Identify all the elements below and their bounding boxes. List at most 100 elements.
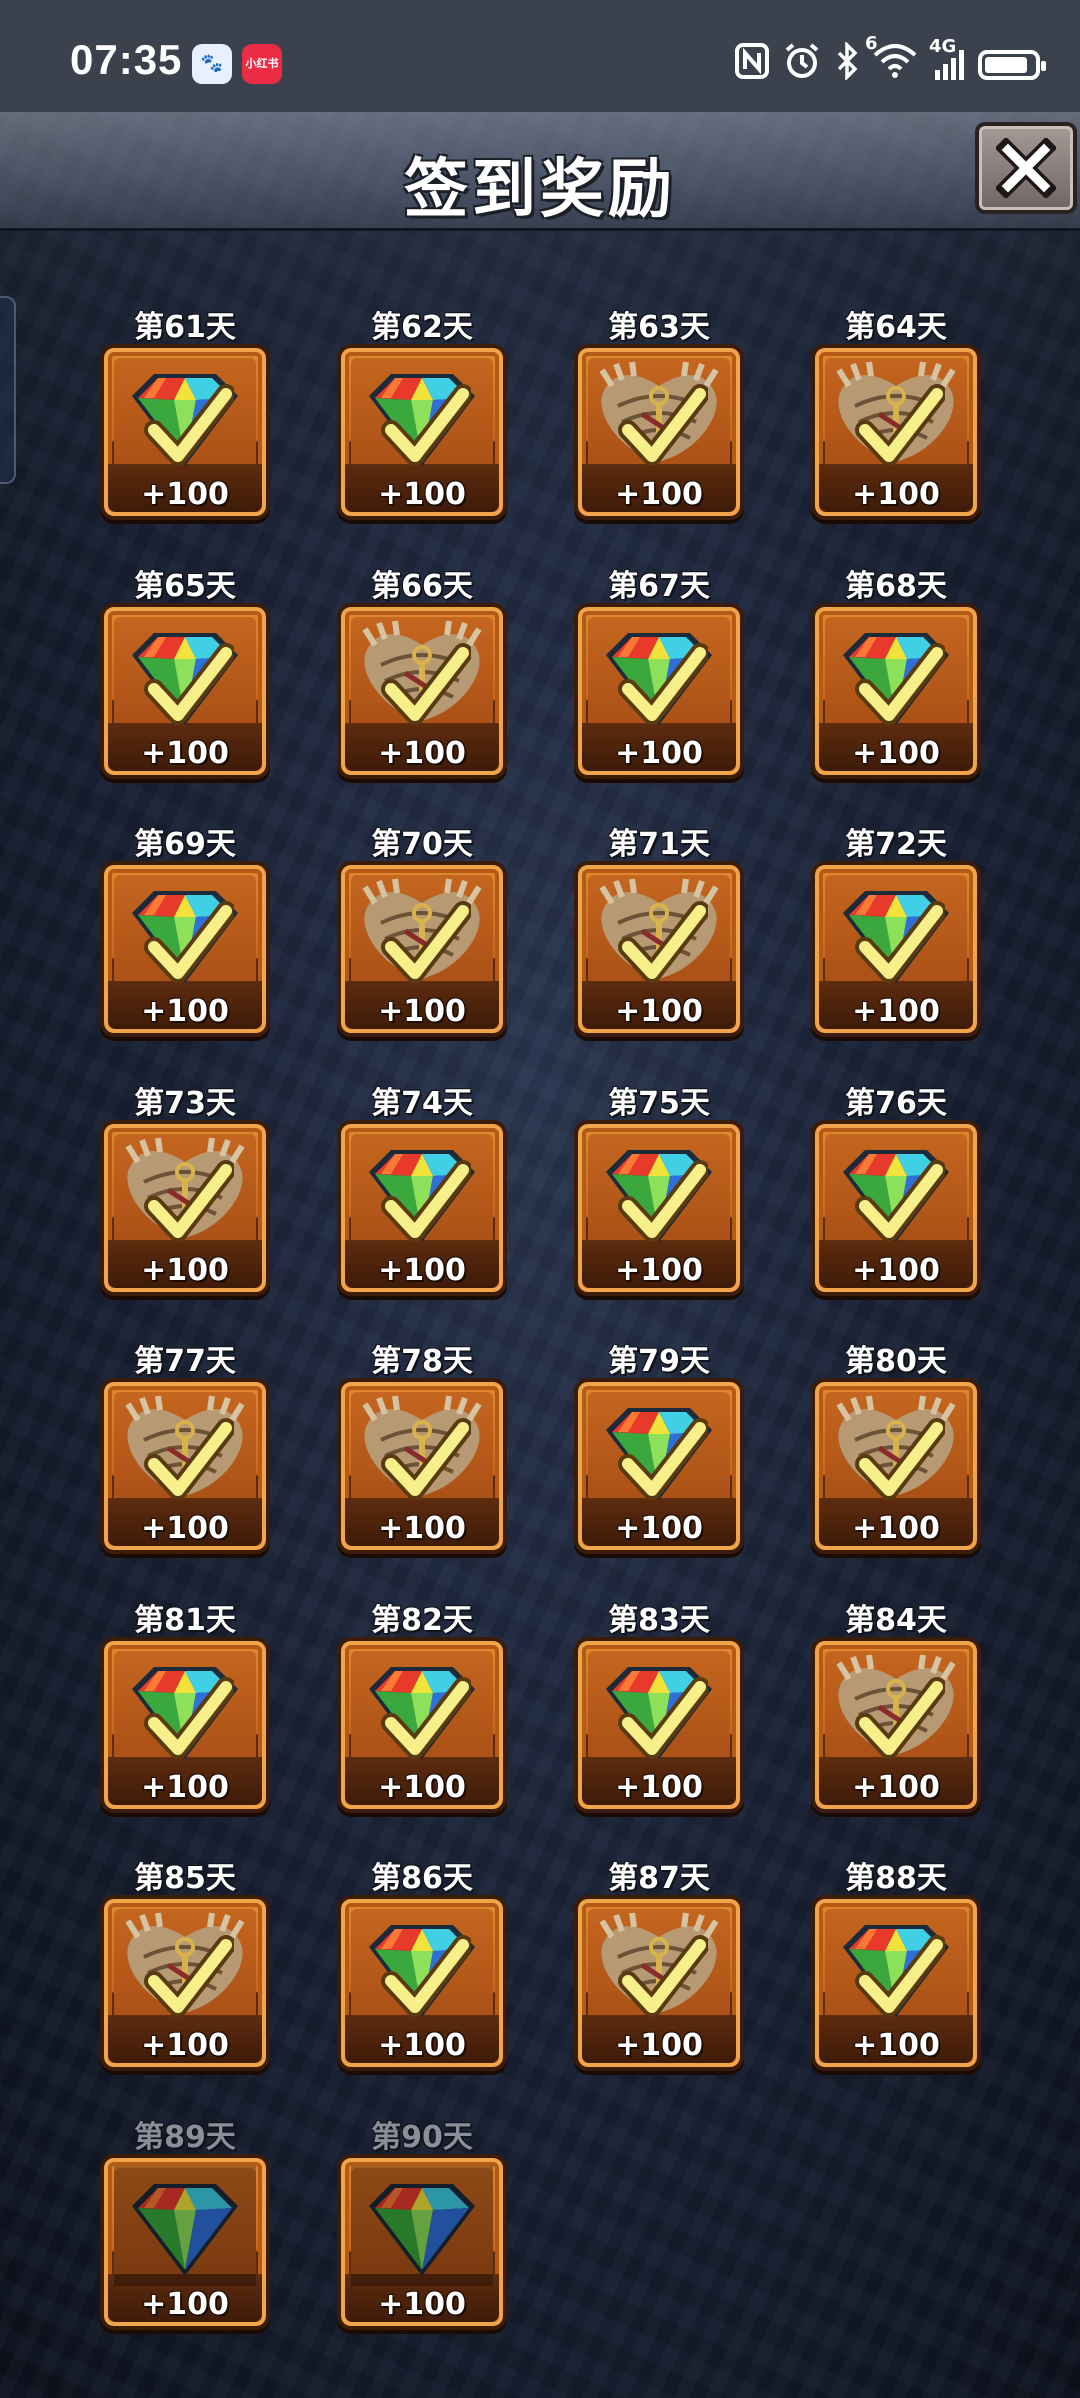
day-reward-cell[interactable]: 第69天 +100 [100,819,270,1059]
reward-tile[interactable]: +100 [811,861,981,1037]
reward-amount: +100 [141,1769,229,1805]
reward-amount: +100 [141,2286,229,2322]
day-reward-cell[interactable]: 第63天 +100 [574,302,744,542]
day-reward-cell[interactable]: 第86天 +100 [337,1853,507,2093]
reward-icon-wrap [588,873,730,993]
reward-amount: +100 [378,994,466,1029]
reward-amount: +100 [141,2028,229,2063]
reward-tile[interactable]: +100 [574,1378,744,1554]
day-reward-cell[interactable]: 第84天 +100 [811,1595,981,1835]
claimed-check-icon [618,901,708,983]
reward-tile[interactable]: +100 [337,861,507,1037]
day-reward-cell[interactable]: 第85天 +100 [100,1853,270,2093]
day-label: 第86天 [371,1861,473,1896]
reward-tile[interactable]: +100 [574,344,744,520]
day-reward-cell[interactable]: 第61天 +100 [100,302,270,542]
day-reward-cell[interactable]: 第79天 +100 [574,1336,744,1576]
claimed-check-icon [381,1418,471,1500]
reward-tile[interactable]: +100 [100,1636,270,1813]
reward-tile[interactable]: +100 [811,1636,981,1813]
reward-tile[interactable]: +100 [811,1119,981,1296]
day-label: 第71天 [608,827,710,862]
reward-tile[interactable]: +100 [574,1119,744,1296]
reward-icon-wrap [351,873,493,993]
reward-tile[interactable]: +100 [811,344,981,520]
day-reward-cell[interactable]: 第62天 +100 [337,302,507,542]
claimed-check-icon [144,901,234,983]
day-reward-cell[interactable]: 第74天 +100 [337,1078,507,1318]
day-reward-cell[interactable]: 第70天 +100 [337,819,507,1059]
day-reward-cell[interactable]: 第65天 +100 [100,561,270,801]
day-label: 第70天 [371,827,473,862]
claimed-check-icon [381,901,471,983]
reward-tile[interactable]: +100 [574,602,744,779]
reward-tile[interactable]: +100 [337,1378,507,1554]
reward-amount: +100 [852,1511,940,1546]
day-reward-cell[interactable]: 第88天 +100 [811,1853,981,2093]
day-reward-cell[interactable]: 第76天 +100 [811,1078,981,1318]
reward-amount: +100 [141,735,229,771]
reward-icon-wrap [114,356,256,476]
reward-icon-wrap [588,1390,730,1510]
reward-tile[interactable]: +100 [811,1378,981,1554]
reward-icon-wrap [825,615,967,735]
day-label: 第65天 [134,568,236,604]
day-reward-cell[interactable]: 第73天 +100 [100,1078,270,1318]
reward-tile[interactable]: +100 [100,1895,270,2071]
reward-icon-wrap [351,1649,493,1769]
day-label: 第64天 [845,310,947,345]
reward-tile[interactable]: +100 [574,861,744,1037]
reward-icon-wrap [114,873,256,993]
day-reward-cell[interactable]: 第83天 +100 [574,1595,744,1835]
day-reward-cell[interactable]: 第72天 +100 [811,819,981,1059]
day-reward-cell[interactable]: 第71天 +100 [574,819,744,1059]
claimed-check-icon [144,642,234,725]
reward-amount: +100 [378,735,466,771]
reward-tile[interactable]: +100 [100,1119,270,1296]
reward-tile[interactable]: +100 [337,344,507,520]
day-reward-cell[interactable]: 第80天 +100 [811,1336,981,1576]
day-reward-cell[interactable]: 第75天 +100 [574,1078,744,1318]
side-tab-handle[interactable] [0,296,16,484]
day-reward-cell[interactable]: 第90天 +100 [337,2112,507,2352]
day-label: 第73天 [134,1085,236,1121]
close-button[interactable] [975,122,1077,214]
reward-icon-wrap [114,1649,256,1769]
reward-icon-wrap [825,1907,967,2027]
day-reward-cell[interactable]: 第67天 +100 [574,561,744,801]
reward-tile[interactable]: +100 [100,344,270,520]
reward-tile[interactable]: +100 [100,861,270,1037]
xiaohongshu-app-icon: 小红书 [242,44,282,84]
reward-tile[interactable]: +100 [337,602,507,779]
day-reward-cell[interactable]: 第87天 +100 [574,1853,744,2093]
claimed-check-icon [144,1935,234,2017]
reward-tile[interactable]: +100 [100,1378,270,1554]
reward-tile[interactable]: +100 [337,1895,507,2071]
day-reward-cell[interactable]: 第78天 +100 [337,1336,507,1576]
day-reward-cell[interactable]: 第68天 +100 [811,561,981,801]
reward-tile[interactable]: +100 [337,1119,507,1296]
reward-amount: +100 [615,735,703,771]
reward-tile[interactable]: +100 [574,1636,744,1813]
claimed-check-icon [855,901,945,983]
reward-tile[interactable]: +100 [811,602,981,779]
reward-tile[interactable]: +100 [337,1636,507,1813]
day-reward-cell[interactable]: 第82天 +100 [337,1595,507,1835]
reward-icon-wrap [825,1390,967,1510]
day-reward-cell[interactable]: 第66天 +100 [337,561,507,801]
status-icons: 6 4G [735,33,1046,90]
day-reward-cell[interactable]: 第89天 +100 [100,2112,270,2352]
day-label: 第79天 [608,1344,710,1379]
day-reward-cell[interactable]: 第77天 +100 [100,1336,270,1576]
reward-tile[interactable]: +100 [337,2153,507,2330]
bluetooth-icon [835,40,859,89]
reward-tile[interactable]: +100 [811,1895,981,2071]
day-reward-cell[interactable]: 第81天 +100 [100,1595,270,1835]
day-reward-cell[interactable]: 第64天 +100 [811,302,981,542]
reward-icon-wrap [825,1132,967,1252]
wifi-icon: 6 [865,33,917,88]
reward-tile[interactable]: +100 [574,1895,744,2071]
reward-tile[interactable]: +100 [100,2153,270,2330]
day-label: 第90天 [371,2119,473,2155]
reward-tile[interactable]: +100 [100,602,270,779]
